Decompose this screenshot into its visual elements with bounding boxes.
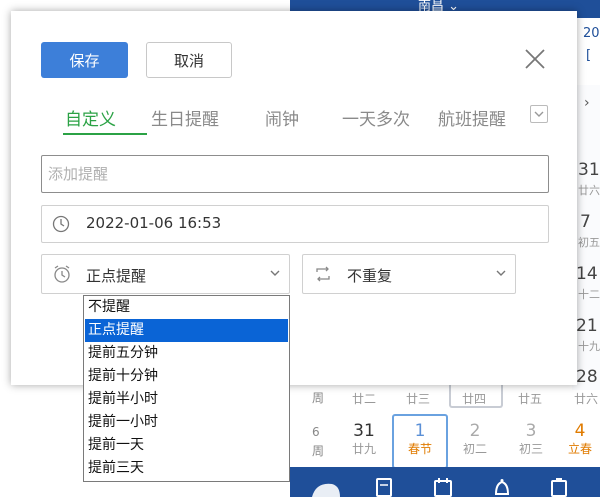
remind-time-select[interactable]: 正点提醒 <box>41 254 290 294</box>
remind-options-list: 不提醒 正点提醒 提前五分钟 提前十分钟 提前半小时 提前一小时 提前一天 提前… <box>83 295 290 482</box>
calendar-day[interactable]: 2 初二 <box>449 421 501 457</box>
option-on-time[interactable]: 正点提醒 <box>85 319 288 342</box>
week-label: 周 <box>312 391 325 405</box>
clipboard-icon[interactable] <box>551 478 567 497</box>
weather-icon[interactable] <box>310 478 340 497</box>
repeat-select[interactable]: 不重复 <box>302 254 516 294</box>
close-icon[interactable] <box>523 47 547 71</box>
bell-icon[interactable] <box>493 478 511 497</box>
side-date-lunar: 十九 <box>578 340 600 353</box>
week-number: 6 <box>312 425 320 439</box>
option-no-remind[interactable]: 不提醒 <box>85 296 288 319</box>
side-date-num[interactable]: 7 <box>580 212 591 232</box>
save-button[interactable]: 保存 <box>41 42 128 78</box>
calendar-icon[interactable] <box>434 478 452 497</box>
tab-active-indicator <box>63 133 147 135</box>
prev-row-lunar: 廿四 <box>462 392 487 406</box>
day-number: 31 <box>353 421 375 441</box>
prev-row-lunar: 廿二 <box>352 392 377 406</box>
side-date-num[interactable]: 28 <box>576 367 598 387</box>
side-date-num[interactable]: 14 <box>576 264 598 284</box>
day-lunar: 廿九 <box>351 442 376 456</box>
option-1-day[interactable]: 提前一天 <box>85 434 288 457</box>
cancel-button[interactable]: 取消 <box>146 42 232 78</box>
day-number: 3 <box>525 421 537 441</box>
tab-birthday[interactable]: 生日提醒 <box>151 105 219 130</box>
side-date-num[interactable]: 21 <box>576 316 598 336</box>
calendar-day[interactable]: 4 立春 <box>560 421 600 457</box>
side-date-lunar: 初五 <box>578 236 600 249</box>
day-lunar: 初三 <box>518 442 543 456</box>
chevron-down-icon <box>270 270 280 276</box>
option-half-hour[interactable]: 提前半小时 <box>85 388 288 411</box>
clock-icon <box>52 215 70 233</box>
document-icon[interactable] <box>376 478 392 497</box>
calendar-day-selected[interactable]: 1 春节 <box>392 414 448 469</box>
remind-select-value: 正点提醒 <box>86 267 147 285</box>
day-lunar: 春节 <box>407 442 432 456</box>
alarm-clock-icon <box>54 265 70 283</box>
repeat-select-value: 不重复 <box>347 267 393 285</box>
reminder-title-input[interactable] <box>41 155 549 193</box>
chevron-right-icon[interactable]: › <box>584 95 590 111</box>
day-number: 1 <box>414 421 426 441</box>
prev-row-lunar: 廿三 <box>406 392 431 406</box>
side-date-lunar: 廿六 <box>578 184 600 197</box>
prev-row-lunar: 廿五 <box>518 392 543 406</box>
prev-row-lunar: 廿六 <box>574 392 599 406</box>
tab-multiple-daily[interactable]: 一天多次 <box>342 105 410 130</box>
calendar-day[interactable]: 3 初三 <box>505 421 557 457</box>
day-lunar: 立春 <box>567 442 592 456</box>
chevron-down-icon[interactable] <box>530 105 548 123</box>
chevron-down-icon <box>496 270 506 276</box>
option-1-hour[interactable]: 提前一小时 <box>85 411 288 434</box>
tab-custom[interactable]: 自定义 <box>63 105 147 135</box>
option-5-min[interactable]: 提前五分钟 <box>85 342 288 365</box>
year-label: 20 <box>583 26 600 41</box>
tab-alarm[interactable]: 闹钟 <box>265 105 299 130</box>
reminder-tabs: 自定义 生日提醒 闹钟 一天多次 航班提醒 <box>49 105 559 137</box>
calendar-day[interactable]: 31 廿九 <box>338 421 390 457</box>
tab-label: 自定义 <box>65 110 116 130</box>
repeat-icon <box>316 266 330 282</box>
side-date-num[interactable]: 31 <box>578 160 600 180</box>
option-10-min[interactable]: 提前十分钟 <box>85 365 288 388</box>
year-bracket: [ <box>586 48 592 63</box>
datetime-value: 2022-01-06 16:53 <box>86 214 222 232</box>
datetime-field[interactable]: 2022-01-06 16:53 <box>41 205 549 243</box>
option-3-days[interactable]: 提前三天 <box>85 457 288 480</box>
tab-flight[interactable]: 航班提醒 <box>438 105 506 130</box>
week-label: 周 <box>312 444 325 458</box>
day-number: 4 <box>574 421 586 441</box>
side-date-lunar: 十二 <box>578 288 600 301</box>
day-number: 2 <box>469 421 481 441</box>
day-lunar: 初二 <box>462 442 487 456</box>
